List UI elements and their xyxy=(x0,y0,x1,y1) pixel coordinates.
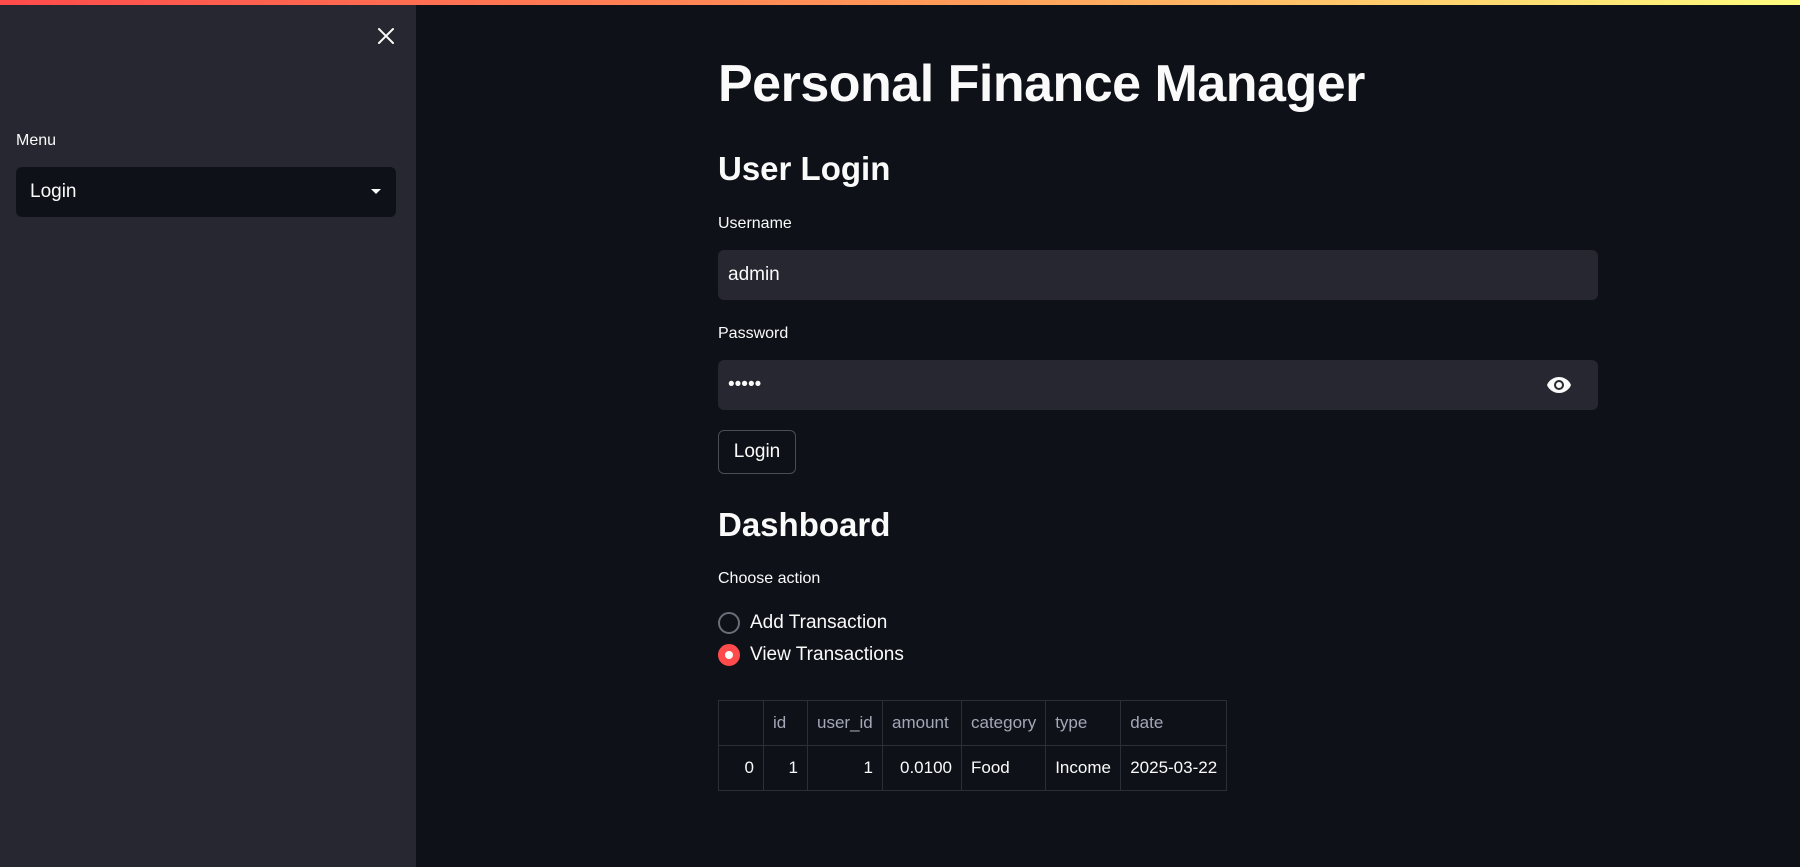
table-cell-id[interactable]: 1 xyxy=(763,745,808,791)
close-icon xyxy=(378,28,394,44)
column-header-amount[interactable]: amount xyxy=(882,700,962,746)
close-sidebar-button[interactable] xyxy=(372,22,400,50)
username-value: admin xyxy=(728,264,780,285)
caret-down-icon xyxy=(371,189,381,194)
username-label: Username xyxy=(718,215,792,232)
table-cell-type[interactable]: Income xyxy=(1045,745,1122,791)
transactions-table[interactable]: id user_id amount category type date 0 1… xyxy=(718,700,1228,791)
column-header-category[interactable]: category xyxy=(960,700,1047,746)
password-label: Password xyxy=(718,325,789,342)
table-cell-user-id[interactable]: 1 xyxy=(807,745,883,791)
username-input[interactable]: admin xyxy=(718,250,1598,300)
menu-label: Menu xyxy=(16,132,57,149)
radio-button[interactable] xyxy=(718,612,740,634)
main-content: Personal Finance Manager User Login User… xyxy=(718,0,1598,867)
login-button[interactable]: Login xyxy=(718,430,796,474)
radio-add-transaction[interactable]: Add Transaction xyxy=(718,610,887,636)
table-cell-category[interactable]: Food xyxy=(960,745,1047,791)
table-cell-date[interactable]: 2025-03-22 xyxy=(1120,745,1228,791)
table-row: 0 1 1 0.0100 Food Income 2025-03-22 xyxy=(718,745,1228,791)
radio-label: View Transactions xyxy=(750,644,904,665)
radio-button-selected[interactable] xyxy=(718,644,740,666)
column-header-index xyxy=(718,700,764,746)
table-header-row: id user_id amount category type date xyxy=(718,700,1228,746)
table-cell-amount[interactable]: 0.0100 xyxy=(882,745,962,791)
choose-action-label: Choose action xyxy=(718,570,821,587)
dashboard-heading: Dashboard xyxy=(718,506,891,543)
column-header-type[interactable]: type xyxy=(1045,700,1122,746)
column-header-date[interactable]: date xyxy=(1120,700,1228,746)
login-heading: User Login xyxy=(718,150,891,187)
eye-icon xyxy=(1547,377,1571,393)
password-input[interactable]: ••••• xyxy=(718,360,1598,410)
radio-label: Add Transaction xyxy=(750,612,888,633)
password-value: ••••• xyxy=(728,374,762,395)
top-decoration-bar xyxy=(0,0,1800,5)
radio-view-transactions[interactable]: View Transactions xyxy=(718,642,904,668)
column-header-id[interactable]: id xyxy=(763,700,808,746)
sidebar: Menu Login xyxy=(0,0,416,867)
menu-select-value: Login xyxy=(30,181,77,202)
page-title: Personal Finance Manager xyxy=(718,55,1365,113)
table-cell-index: 0 xyxy=(718,745,764,791)
menu-select[interactable]: Login xyxy=(16,167,396,217)
column-header-user-id[interactable]: user_id xyxy=(807,700,883,746)
show-password-button[interactable] xyxy=(1546,373,1572,397)
